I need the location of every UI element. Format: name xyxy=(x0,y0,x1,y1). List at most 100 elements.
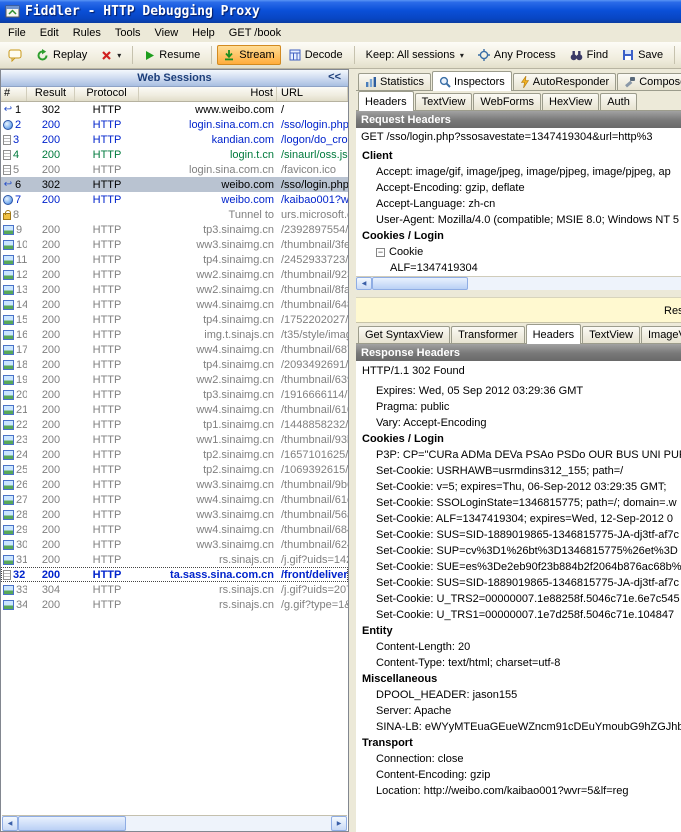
session-row[interactable]: 15200HTTPtp4.sinaimg.cn/1752202027/50 xyxy=(1,312,348,327)
session-row[interactable]: 31200HTTPrs.sinajs.cn/j.gif?uids=1421 xyxy=(1,552,348,567)
session-row[interactable]: 27200HTTPww4.sinaimg.cn/thumbnail/61e6 xyxy=(1,492,348,507)
session-row[interactable]: 32200HTTPta.sass.sina.com.cn/front/deliv… xyxy=(1,567,348,582)
session-row[interactable]: 18200HTTPtp4.sinaimg.cn/2093492691/50 xyxy=(1,357,348,372)
session-row[interactable]: 9200HTTPtp3.sinaimg.cn/2392897554/18 xyxy=(1,222,348,237)
session-row[interactable]: 8Tunnel tours.microsoft.com xyxy=(1,207,348,222)
session-row[interactable]: 7200HTTPweibo.com/kaibao001?wvr= xyxy=(1,192,348,207)
session-row[interactable]: 33304HTTPrs.sinajs.cn/j.gif?uids=2072 xyxy=(1,582,348,597)
menu-edit[interactable]: Edit xyxy=(33,25,66,41)
session-result: 200 xyxy=(27,224,75,236)
column-header-host[interactable]: Host xyxy=(139,87,277,101)
column-header-result[interactable]: Result xyxy=(27,87,75,101)
tab-label: TextView xyxy=(422,96,466,108)
process-icon xyxy=(478,49,490,61)
header-text: Expires: Wed, 05 Sep 2012 03:29:36 GMT xyxy=(376,383,583,399)
session-row[interactable]: 5200HTTPlogin.sina.com.cn/favicon.ico xyxy=(1,162,348,177)
response-inspector-tab-strip: Get SyntaxViewTransformerHeadersTextView… xyxy=(356,323,681,344)
tab-autoresponder[interactable]: AutoResponder xyxy=(513,73,616,90)
scroll-right-arrow[interactable]: ▶ xyxy=(331,816,347,831)
menu-rules[interactable]: Rules xyxy=(66,25,108,41)
scroll-left-arrow[interactable]: ◀ xyxy=(2,816,18,831)
tab-inspectors[interactable]: Inspectors xyxy=(432,71,512,91)
session-row[interactable]: 20200HTTPtp3.sinaimg.cn/1916666114/50 xyxy=(1,387,348,402)
scroll-left-arrow[interactable]: ◀ xyxy=(356,277,372,290)
header-text: Entity xyxy=(362,623,393,639)
session-row[interactable]: 25200HTTPtp2.sinaimg.cn/1069392615/50 xyxy=(1,462,348,477)
session-number: 18 xyxy=(1,359,27,371)
panel-splitter[interactable] xyxy=(349,69,356,832)
session-row[interactable]: 21200HTTPww4.sinaimg.cn/thumbnail/6106 xyxy=(1,402,348,417)
sessions-hscrollbar[interactable]: ◀ ▶ xyxy=(2,815,347,831)
response-tab-transformer[interactable]: Transformer xyxy=(451,326,525,343)
stream-button[interactable]: Stream xyxy=(217,45,280,65)
request-tab-auth[interactable]: Auth xyxy=(600,93,637,110)
session-row[interactable]: 34200HTTPrs.sinajs.cn/g.gif?type=1&t xyxy=(1,597,348,612)
request-response-splitter[interactable] xyxy=(356,290,681,297)
session-row[interactable]: 12200HTTPww2.sinaimg.cn/thumbnail/9234 xyxy=(1,267,348,282)
session-row[interactable]: 16200HTTPimg.t.sinajs.cn/t35/style/image xyxy=(1,327,348,342)
session-row[interactable]: 14200HTTPww4.sinaimg.cn/thumbnail/6482 xyxy=(1,297,348,312)
session-host: Tunnel to xyxy=(139,209,277,221)
column-header-[interactable]: # xyxy=(1,87,27,101)
resume-button[interactable]: Resume xyxy=(138,45,206,65)
menu-view[interactable]: View xyxy=(148,25,186,41)
session-row[interactable]: 13200HTTPww2.sinaimg.cn/thumbnail/8fac xyxy=(1,282,348,297)
session-row[interactable]: ↩1302HTTPwww.weibo.com/ xyxy=(1,102,348,117)
session-row[interactable]: 17200HTTPww4.sinaimg.cn/thumbnail/6870 xyxy=(1,342,348,357)
session-row[interactable]: 4200HTTPlogin.t.cn/sinaurl/oss.json xyxy=(1,147,348,162)
save-button[interactable]: Save xyxy=(616,45,669,65)
session-row[interactable]: 26200HTTPww3.sinaimg.cn/thumbnail/9b62 xyxy=(1,477,348,492)
comment-button[interactable] xyxy=(2,45,28,66)
replay-button[interactable]: Replay xyxy=(30,45,93,66)
session-row[interactable]: 3200HTTPkandian.com/logon/do_cross xyxy=(1,132,348,147)
scroll-thumb[interactable] xyxy=(18,816,126,831)
session-row[interactable]: 24200HTTPtp2.sinaimg.cn/1657101625/50 xyxy=(1,447,348,462)
session-row[interactable]: 19200HTTPww2.sinaimg.cn/thumbnail/6391 xyxy=(1,372,348,387)
scroll-thumb[interactable] xyxy=(372,277,468,290)
session-row[interactable]: 23200HTTPww1.sinaimg.cn/thumbnail/93b8 xyxy=(1,432,348,447)
session-result: 200 xyxy=(27,374,75,386)
session-row[interactable]: 22200HTTPtp1.sinaimg.cn/1448858232/50 xyxy=(1,417,348,432)
find-button[interactable]: Find xyxy=(564,45,614,65)
collapse-box[interactable]: − xyxy=(376,248,385,257)
menu-help[interactable]: Help xyxy=(185,25,222,41)
keep-sessions-dropdown[interactable]: Keep: All sessions▾ xyxy=(360,45,470,65)
request-header-line: Accept: image/gif, image/jpeg, image/pjp… xyxy=(356,164,681,180)
request-tab-textview[interactable]: TextView xyxy=(415,93,473,110)
tab-composer[interactable]: Composer xyxy=(617,73,681,90)
request-hscrollbar[interactable]: ◀ xyxy=(356,276,681,290)
session-row[interactable]: 10200HTTPww3.sinaimg.cn/thumbnail/3feb xyxy=(1,237,348,252)
menu-tools[interactable]: Tools xyxy=(108,25,148,41)
response-tab-textview[interactable]: TextView xyxy=(582,326,640,343)
column-header-protocol[interactable]: Protocol xyxy=(75,87,139,101)
tab-label: Statistics xyxy=(380,76,424,88)
tab-statistics[interactable]: Statistics xyxy=(358,73,431,90)
session-row[interactable]: ↩6302HTTPweibo.com/sso/login.php?s xyxy=(1,177,348,192)
session-row[interactable]: 2200HTTPlogin.sina.com.cn/sso/login.php?… xyxy=(1,117,348,132)
collapse-panel-button[interactable]: << xyxy=(325,71,344,83)
session-host: ww2.sinaimg.cn xyxy=(139,374,277,386)
column-header-url[interactable]: URL xyxy=(277,87,348,101)
session-row[interactable]: 28200HTTPww3.sinaimg.cn/thumbnail/56ab xyxy=(1,507,348,522)
session-url: /1657101625/50 xyxy=(277,449,348,461)
session-row[interactable]: 29200HTTPww4.sinaimg.cn/thumbnail/684f xyxy=(1,522,348,537)
decode-button[interactable]: Decode xyxy=(283,45,349,65)
menu-file[interactable]: File xyxy=(1,25,33,41)
session-row[interactable]: 11200HTTPtp4.sinaimg.cn/2452933723/50 xyxy=(1,252,348,267)
menu-get-book[interactable]: GET /book xyxy=(222,25,288,41)
request-tab-webforms[interactable]: WebForms xyxy=(473,93,541,110)
encoded-notice-bar[interactable]: Response body is encoded. Click to decod… xyxy=(356,297,681,323)
scroll-track[interactable] xyxy=(468,277,681,290)
header-text: Content-Type: text/html; charset=utf-8 xyxy=(376,655,560,671)
remove-sessions-button[interactable]: ▾ xyxy=(95,46,127,65)
session-protocol: HTTP xyxy=(75,194,139,206)
session-row[interactable]: 30200HTTPww3.sinaimg.cn/thumbnail/624c xyxy=(1,537,348,552)
scroll-track[interactable] xyxy=(126,816,331,831)
response-tab-imageview[interactable]: ImageView xyxy=(641,326,681,343)
response-tab-get-syntaxview[interactable]: Get SyntaxView xyxy=(358,326,450,343)
any-process-button[interactable]: Any Process xyxy=(472,45,562,65)
session-url: /j.gif?uids=1421 xyxy=(277,554,348,566)
request-tab-headers[interactable]: Headers xyxy=(358,91,414,111)
request-tab-hexview[interactable]: HexView xyxy=(542,93,599,110)
response-tab-headers[interactable]: Headers xyxy=(526,324,582,344)
